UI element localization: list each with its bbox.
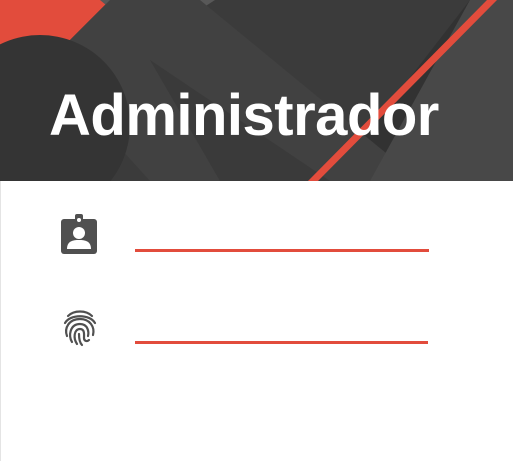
login-form: [0, 181, 513, 461]
username-input[interactable]: [135, 216, 429, 252]
password-row: [1, 299, 513, 359]
username-row: [1, 206, 513, 266]
contact-badge-icon: [58, 212, 102, 256]
password-input[interactable]: [135, 308, 428, 344]
page-title: Administrador: [49, 83, 439, 148]
login-card: Administrador: [0, 0, 513, 461]
fingerprint-icon: [58, 305, 102, 349]
login-header: Administrador: [0, 0, 513, 181]
